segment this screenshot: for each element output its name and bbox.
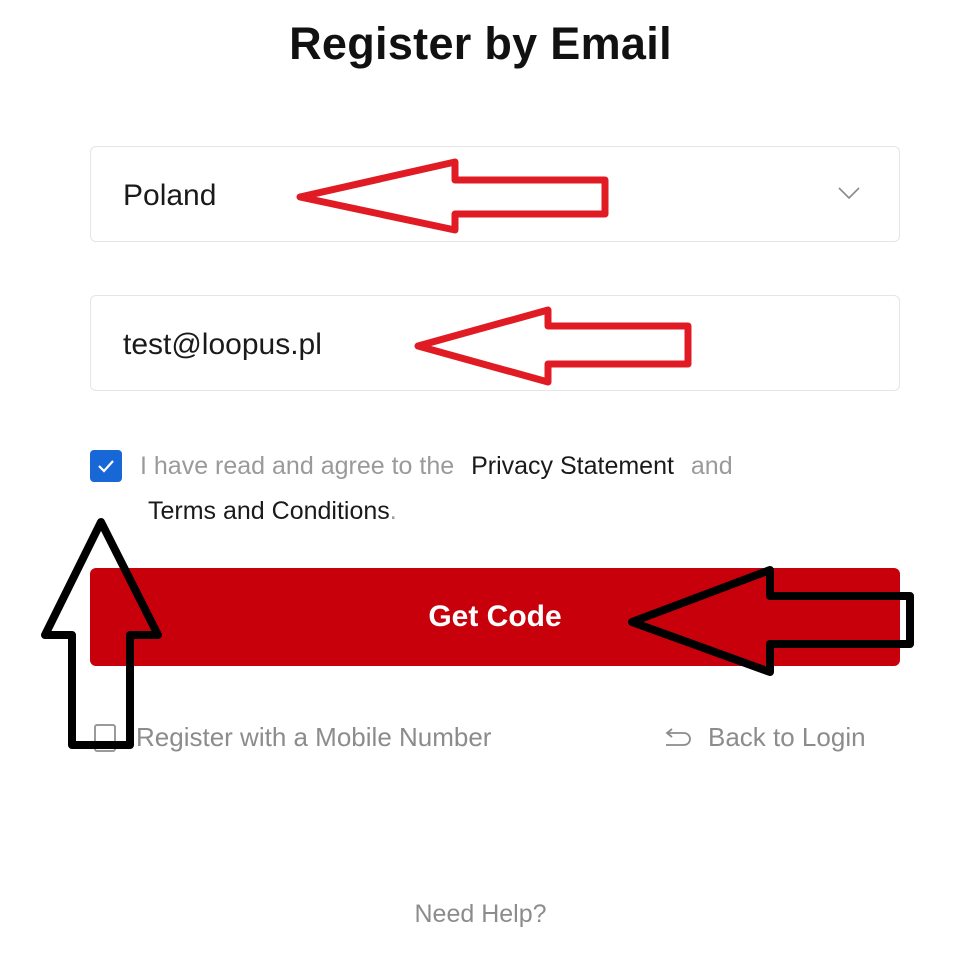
- register-page: Register by Email Poland test@loopus.pl …: [0, 0, 961, 954]
- check-icon: [98, 460, 114, 473]
- chevron-down-icon: [838, 187, 860, 200]
- need-help-link[interactable]: Need Help?: [0, 900, 961, 929]
- return-arrow-icon: [665, 728, 691, 746]
- register-mobile-label: Register with a Mobile Number: [136, 722, 492, 752]
- country-value: Poland: [123, 179, 217, 212]
- page-title: Register by Email: [289, 18, 672, 69]
- get-code-button[interactable]: Get Code: [90, 568, 900, 666]
- email-value: test@loopus.pl: [123, 328, 322, 361]
- privacy-statement-link[interactable]: Privacy Statement: [471, 452, 674, 480]
- terms-link[interactable]: Terms and Conditions: [148, 497, 390, 525]
- back-to-login-link[interactable]: Back to Login: [662, 718, 900, 758]
- email-field[interactable]: test@loopus.pl: [90, 295, 900, 391]
- agreement-suffix: .: [389, 497, 397, 525]
- agree-checkbox[interactable]: [90, 450, 122, 482]
- agreement-and: and: [690, 452, 733, 480]
- phone-icon: [94, 724, 116, 752]
- agreement-prefix: I have read and agree to the: [140, 452, 455, 480]
- country-select[interactable]: Poland: [90, 146, 900, 242]
- back-to-login-label: Back to Login: [708, 722, 866, 752]
